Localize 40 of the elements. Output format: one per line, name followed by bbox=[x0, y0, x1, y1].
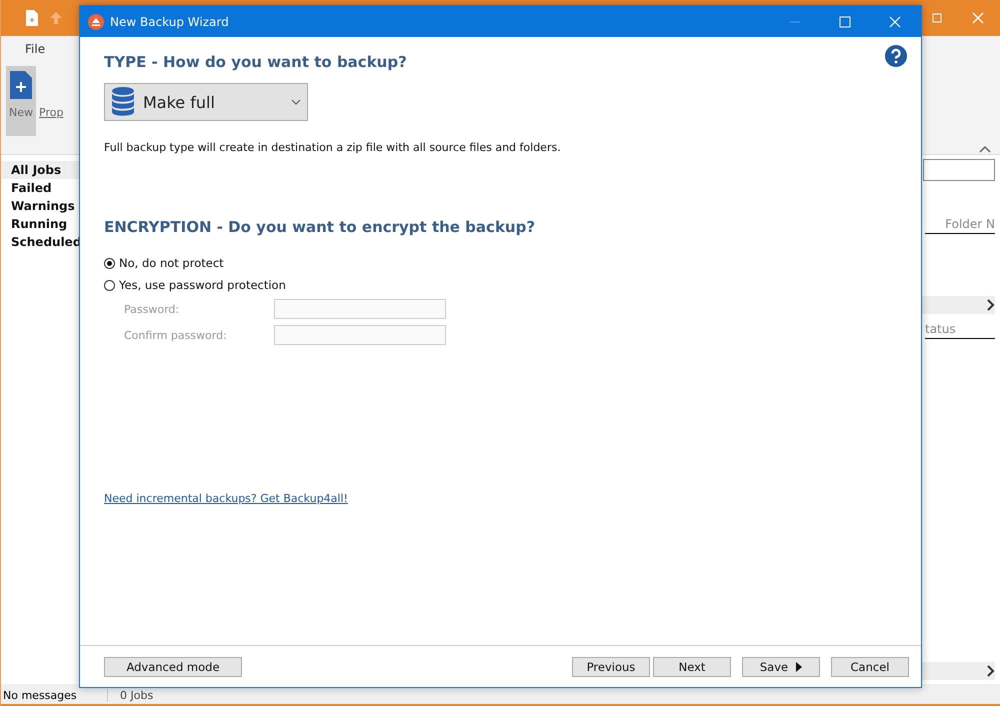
field-label: Password: bbox=[124, 302, 180, 316]
sidebar-item[interactable]: Scheduled bbox=[1, 233, 79, 251]
database-icon bbox=[111, 86, 135, 118]
ribbon-button[interactable]: New bbox=[6, 66, 36, 136]
new-document-icon[interactable] bbox=[25, 10, 39, 26]
section-heading: TYPE - How do you want to backup? bbox=[104, 53, 407, 71]
status-text: No messages bbox=[1, 689, 108, 702]
sidebar-item[interactable]: All Jobs bbox=[1, 161, 79, 179]
wizard-button[interactable]: Previous bbox=[572, 656, 650, 676]
maximize-icon[interactable] bbox=[839, 16, 851, 28]
ribbon-button[interactable]: Prop bbox=[36, 66, 66, 136]
chevron-down-icon bbox=[291, 99, 301, 105]
dialog-title: New Backup Wizard bbox=[110, 14, 229, 28]
search-field[interactable] bbox=[923, 159, 995, 181]
wizard-button[interactable]: Cancel bbox=[831, 656, 909, 676]
eject-icon bbox=[88, 14, 104, 30]
sidebar-item[interactable]: Warnings bbox=[1, 197, 79, 215]
maximize-icon[interactable] bbox=[932, 13, 942, 23]
section-heading: ENCRYPTION - Do you want to encrypt the backup? bbox=[104, 218, 536, 236]
column-header[interactable]: Folder N bbox=[925, 217, 995, 234]
collapse-caret-icon[interactable] bbox=[979, 145, 991, 153]
type-description: Full backup type will create in destination a zip file with all source files and folders. bbox=[104, 141, 561, 154]
status-text: 0 Jobs bbox=[119, 689, 154, 702]
help-icon[interactable] bbox=[885, 45, 907, 67]
sidebar-item[interactable]: Failed bbox=[1, 179, 79, 197]
upgrade-link[interactable]: Need incremental backups? Get Backup4all! bbox=[104, 492, 348, 505]
ribbon-tab[interactable]: File bbox=[23, 42, 48, 66]
radio-option[interactable]: Yes, use password protection bbox=[104, 274, 286, 296]
close-icon[interactable] bbox=[972, 12, 984, 24]
column-header[interactable]: tatus bbox=[925, 322, 995, 339]
advanced-mode-button[interactable]: Advanced mode bbox=[104, 656, 242, 676]
caret-right-icon bbox=[796, 662, 802, 672]
save-menu-button[interactable]: Save bbox=[742, 656, 820, 676]
new-file-icon bbox=[9, 70, 33, 100]
radio-option[interactable]: No, do not protect bbox=[104, 252, 224, 274]
close-icon[interactable] bbox=[889, 16, 901, 28]
field-label: Confirm password: bbox=[124, 328, 228, 342]
sidebar-item[interactable]: Running bbox=[1, 215, 79, 233]
wizard-button[interactable]: Next bbox=[653, 656, 731, 676]
backup-type-dropdown[interactable]: Make full bbox=[104, 83, 308, 121]
